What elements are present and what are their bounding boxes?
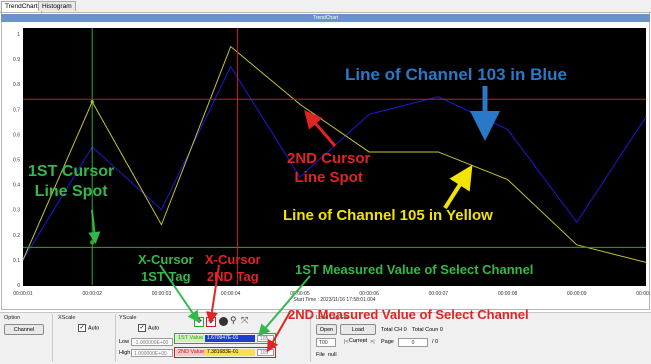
- annotation-x-cursor-2nd-tag: X-Cursor 2ND Tag: [205, 252, 261, 284]
- tag-select[interactable]: T00: [316, 338, 336, 347]
- y-tick-label: 1: [17, 32, 20, 38]
- check-icon: ✓: [138, 324, 146, 332]
- channel-button[interactable]: Channel: [4, 324, 44, 335]
- high-field[interactable]: 1.000000E+00: [131, 349, 173, 357]
- annotation-first-measured-value: 1ST Measured Value of Select Channel: [295, 262, 534, 277]
- cursor-2nd-tool-icon[interactable]: ✥: [206, 317, 216, 327]
- cursor-1st-tool-icon[interactable]: ✥: [194, 317, 204, 327]
- fit-icon[interactable]: ⤧: [241, 315, 248, 326]
- second-channel-select[interactable]: 105: [257, 349, 274, 356]
- high-label: High: [119, 350, 131, 356]
- yscale-group-label: YScale: [119, 315, 137, 321]
- option-group-label: Option: [4, 315, 21, 321]
- y-tick-label: 0.5: [13, 158, 20, 164]
- xscale-auto-label: Auto: [88, 325, 100, 332]
- yscale-auto-label: Auto: [148, 325, 160, 332]
- xscale-auto-checkbox[interactable]: ✓ Auto: [78, 324, 99, 332]
- annotation-2nd-cursor-spot: 2ND Cursor Line Spot: [287, 150, 371, 186]
- file-label: File: [316, 352, 325, 358]
- xscale-group-label: XScale: [58, 315, 76, 321]
- y-tick-label: 0.2: [13, 233, 20, 239]
- file-value: null: [328, 352, 337, 358]
- annotation-channel-105: Line of Channel 105 in Yellow: [283, 207, 493, 224]
- pan-icon[interactable]: [219, 317, 228, 326]
- x-tick-label: 00:00:08: [498, 291, 518, 297]
- x-tick-label: 00:00:01: [13, 291, 33, 297]
- page-label: Page: [381, 339, 394, 345]
- x-tick-label: 00:00:07: [429, 291, 449, 297]
- start-time-text: Start Time : 2023/11/16 17:58:01.004: [293, 297, 375, 303]
- y-tick-label: 0.9: [13, 57, 20, 63]
- low-label: Low: [119, 339, 130, 345]
- first-channel-select[interactable]: 105: [257, 335, 274, 342]
- check-icon: ✓: [78, 324, 86, 332]
- x-tick-label: 00:00:02: [82, 291, 102, 297]
- y-tick-label: 0: [17, 283, 20, 289]
- annotation-1st-cursor-spot: 1ST Cursor Line Spot: [28, 163, 115, 200]
- second-value-field: 7.381683E-01: [205, 349, 255, 356]
- y-tick-label: 0.3: [13, 208, 20, 214]
- x-tick-label: 00:00:10: [636, 291, 651, 297]
- page-total: / 0: [432, 339, 439, 345]
- yscale-auto-checkbox[interactable]: ✓ Auto: [138, 324, 159, 332]
- first-value-field: 1.670947E-01: [205, 335, 255, 342]
- annotation-x-cursor-1st-tag: X-Cursor 1ST Tag: [138, 252, 194, 284]
- y-tick-label: 0.8: [13, 82, 20, 88]
- next-page-icon[interactable]: >: [362, 339, 365, 345]
- prev-page-icon[interactable]: <: [354, 339, 357, 345]
- low-field[interactable]: -1.000000E+00: [131, 338, 173, 346]
- x-tick-label: 00:00:09: [567, 291, 587, 297]
- y-tick-label: 0.4: [13, 183, 20, 189]
- zoom-icon[interactable]: ⚲: [230, 315, 237, 326]
- first-page-icon[interactable]: |<: [344, 339, 349, 345]
- open-button[interactable]: Open: [316, 324, 337, 335]
- divider: [52, 314, 53, 362]
- load-current-button[interactable]: Load Current: [340, 324, 376, 344]
- annotation-channel-103: Line of Channel 103 in Blue: [345, 65, 567, 84]
- total-count-label: Total Coun 0: [412, 327, 443, 333]
- cursor-1st-spot-marker: [90, 240, 95, 245]
- y-tick-label: 0.6: [13, 132, 20, 138]
- last-page-icon[interactable]: >|: [370, 339, 375, 345]
- annotation-second-measured-value: 2ND Measured Value of Select Channel: [288, 307, 529, 322]
- first-value-label: 1ST Value: [176, 335, 206, 342]
- y-tick-label: 0.7: [13, 107, 20, 113]
- second-value-label: 2ND Value: [176, 349, 207, 356]
- divider: [115, 314, 116, 362]
- data-point: [90, 100, 94, 104]
- total-ch-label: Total CH 0: [381, 327, 407, 333]
- x-tick-label: 00:00:03: [152, 291, 172, 297]
- y-tick-label: 0.1: [13, 258, 20, 264]
- page-input[interactable]: 0: [398, 338, 428, 347]
- x-tick-label: 00:00:04: [221, 291, 241, 297]
